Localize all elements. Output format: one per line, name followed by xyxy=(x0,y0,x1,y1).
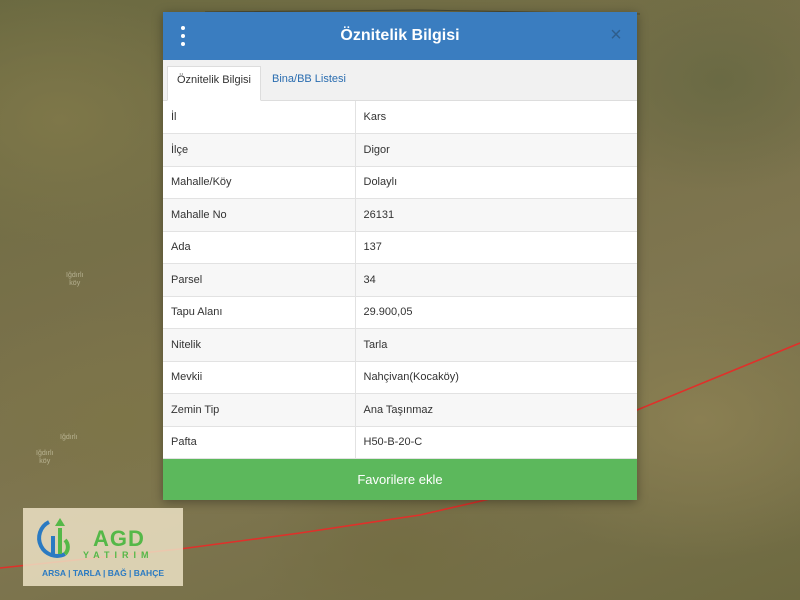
table-row: İlçe Digor xyxy=(163,133,637,167)
attribute-key: Mahalle No xyxy=(163,198,356,232)
logo-brand: AGD xyxy=(93,526,145,551)
attribute-key: Pafta xyxy=(163,426,356,459)
attribute-table: İl Kars İlçe Digor Mahalle/Köy Dolaylı M… xyxy=(163,101,637,459)
close-icon[interactable]: × xyxy=(607,25,625,45)
attribute-key: Zemin Tip xyxy=(163,393,356,427)
map-label-1: Iğdırlı köy xyxy=(66,272,84,287)
map-label-2: Iğdırlı xyxy=(60,434,78,441)
attribute-value: Dolaylı xyxy=(355,166,637,199)
attribute-info-modal: Öznitelik Bilgisi × Öznitelik Bilgisi Bi… xyxy=(163,12,637,500)
attribute-value: 29.900,05 xyxy=(355,296,637,329)
attribute-key: Mevkii xyxy=(163,361,356,394)
attribute-key: Mahalle/Köy xyxy=(163,166,356,199)
table-row: Parsel 34 xyxy=(163,263,637,297)
attribute-key: İl xyxy=(163,101,356,134)
table-row: Zemin Tip Ana Taşınmaz xyxy=(163,393,637,427)
attribute-value: Digor xyxy=(355,133,637,167)
table-row: İl Kars xyxy=(163,101,637,134)
table-row: Mahalle No 26131 xyxy=(163,198,637,232)
tab-attribute-info[interactable]: Öznitelik Bilgisi xyxy=(167,66,261,101)
attribute-value: Nahçivan(Kocaköy) xyxy=(355,361,637,394)
attribute-value: Kars xyxy=(355,101,637,134)
table-row: Ada 137 xyxy=(163,231,637,264)
attribute-value: H50-B-20-C xyxy=(355,426,637,459)
add-to-favorites-button[interactable]: Favorilere ekle xyxy=(163,459,637,500)
modal-header: Öznitelik Bilgisi × xyxy=(163,12,637,60)
attribute-key: Nitelik xyxy=(163,328,356,362)
attribute-value: 26131 xyxy=(355,198,637,232)
logo-tagline: ARSA | TARLA | BAĞ | BAHÇE xyxy=(41,568,165,578)
table-row: Nitelik Tarla xyxy=(163,328,637,362)
attribute-key: Tapu Alanı xyxy=(163,296,356,329)
attribute-value: Ana Taşınmaz xyxy=(355,393,637,427)
attribute-key: Parsel xyxy=(163,263,356,297)
attribute-value: 137 xyxy=(355,231,637,264)
agd-logo: AGD YATIRIM ARSA | TARLA | BAĞ | BAHÇE xyxy=(23,508,183,586)
table-row: Pafta H50-B-20-C xyxy=(163,426,637,459)
map-label-3: Iğdırlı köy xyxy=(36,450,54,465)
attribute-value: 34 xyxy=(355,263,637,297)
modal-title: Öznitelik Bilgisi xyxy=(340,27,460,44)
attribute-key: İlçe xyxy=(163,133,356,167)
table-row: Mahalle/Köy Dolaylı xyxy=(163,166,637,199)
tab-bar: Öznitelik Bilgisi Bina/BB Listesi xyxy=(163,60,637,101)
tab-building-list[interactable]: Bina/BB Listesi xyxy=(263,66,355,100)
table-row: Tapu Alanı 29.900,05 xyxy=(163,296,637,329)
logo-subtitle: YATIRIM xyxy=(83,550,154,560)
attribute-key: Ada xyxy=(163,231,356,264)
agd-logo-mark-icon xyxy=(37,518,70,558)
table-row: Mevkii Nahçivan(Kocaköy) xyxy=(163,361,637,394)
attribute-value: Tarla xyxy=(355,328,637,362)
